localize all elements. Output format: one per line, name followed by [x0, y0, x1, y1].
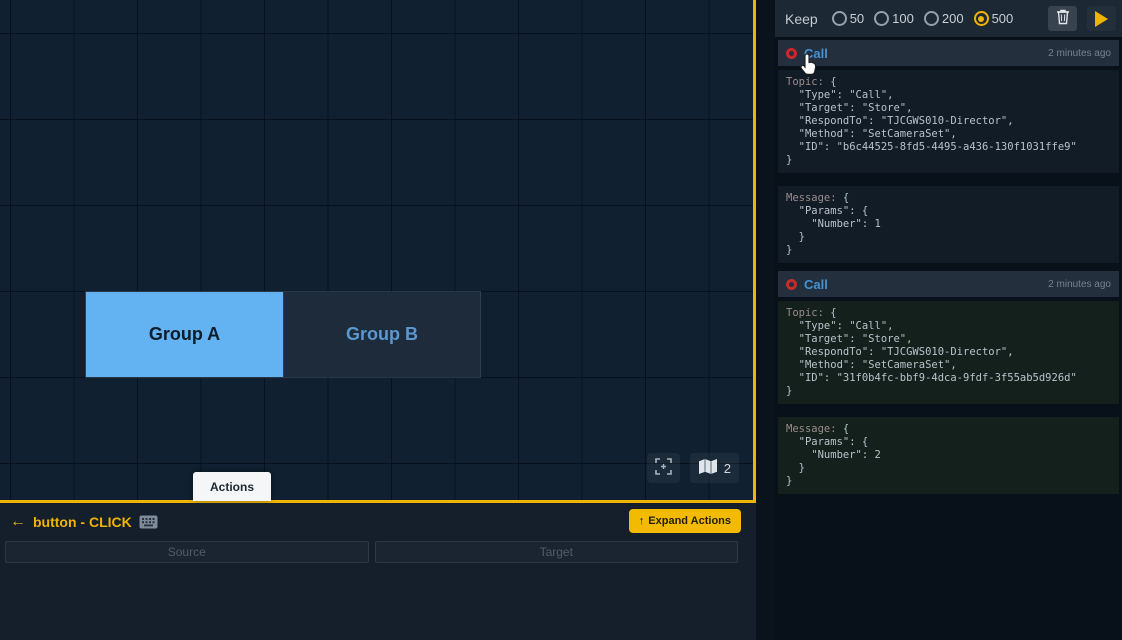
trash-icon [1056, 9, 1070, 28]
topic-json-block: Topic: { "Type": "Call", "Target": "Stor… [778, 301, 1119, 404]
radio-icon [832, 11, 847, 26]
play-icon [1095, 11, 1108, 27]
group-segmented-control: Group A Group B [86, 292, 480, 377]
map-icon [698, 458, 718, 478]
back-arrow-icon[interactable]: ← [10, 513, 26, 531]
topic-label: Topic: [786, 76, 824, 88]
call-status-icon [786, 48, 797, 59]
action-title: button - CLICK [33, 514, 132, 530]
minimap-count: 2 [724, 461, 731, 476]
radio-icon [924, 11, 939, 26]
keep-option-label: 50 [850, 11, 864, 26]
mapping-row: Source Target [5, 541, 738, 563]
message-label: Message: [786, 192, 837, 204]
keep-option-100[interactable]: 100 [874, 11, 914, 26]
topic-body: { "Type": "Call", "Target": "Store", "Re… [786, 76, 1077, 166]
message-card: Call 2 minutes ago Topic: { "Type": "Cal… [778, 271, 1119, 494]
messages-panel: Keep 50 100 200 500 [775, 0, 1122, 640]
topic-json-block: Topic: { "Type": "Call", "Target": "Stor… [778, 70, 1119, 173]
keep-option-50[interactable]: 50 [832, 11, 864, 26]
clear-messages-button[interactable] [1048, 6, 1077, 31]
up-arrow-icon: ↑ [639, 515, 645, 527]
keep-label: Keep [785, 11, 818, 27]
message-card-header[interactable]: Call 2 minutes ago [778, 40, 1119, 66]
source-field[interactable]: Source [5, 541, 369, 563]
keep-option-500[interactable]: 500 [974, 11, 1014, 26]
keyboard-icon [139, 515, 158, 529]
fit-view-icon [655, 458, 672, 478]
radio-selected-icon [974, 11, 989, 26]
group-a-button[interactable]: Group A [86, 292, 283, 377]
keep-option-label: 200 [942, 11, 964, 26]
tab-actions[interactable]: Actions [193, 472, 271, 501]
topic-body: { "Type": "Call", "Target": "Store", "Re… [786, 307, 1077, 397]
minimap-button[interactable]: 2 [690, 453, 739, 483]
expand-actions-button[interactable]: ↑ Expand Actions [629, 509, 741, 533]
message-card-header[interactable]: Call 2 minutes ago [778, 271, 1119, 297]
message-list: Call 2 minutes ago Topic: { "Type": "Cal… [775, 37, 1122, 494]
call-status-icon [786, 279, 797, 290]
message-timestamp: 2 minutes ago [1048, 279, 1111, 290]
message-label: Message: [786, 423, 837, 435]
keep-option-label: 500 [992, 11, 1014, 26]
message-card: Call 2 minutes ago Topic: { "Type": "Cal… [778, 40, 1119, 263]
keep-bar: Keep 50 100 200 500 [775, 0, 1122, 37]
canvas-toolbar: 2 [647, 453, 739, 483]
keep-option-200[interactable]: 200 [924, 11, 964, 26]
app-root: Group A Group B 2 [0, 0, 1122, 640]
message-json-block: Message: { "Params": { "Number": 1 } } [778, 186, 1119, 263]
message-type-label[interactable]: Call [804, 277, 828, 292]
group-b-button[interactable]: Group B [283, 292, 480, 377]
message-json-block: Message: { "Params": { "Number": 2 } } [778, 417, 1119, 494]
fit-view-button[interactable] [647, 453, 680, 483]
message-type-label[interactable]: Call [804, 46, 828, 61]
action-header: ← button - CLICK [10, 513, 158, 531]
scene-canvas[interactable]: Group A Group B 2 [0, 0, 756, 503]
expand-actions-label: Expand Actions [648, 515, 731, 527]
topic-label: Topic: [786, 307, 824, 319]
radio-icon [874, 11, 889, 26]
keep-option-label: 100 [892, 11, 914, 26]
actions-panel: ← button - CLICK ↑ Expand Actions [0, 503, 756, 640]
target-field[interactable]: Target [375, 541, 739, 563]
play-button[interactable] [1087, 6, 1116, 31]
message-timestamp: 2 minutes ago [1048, 48, 1111, 59]
